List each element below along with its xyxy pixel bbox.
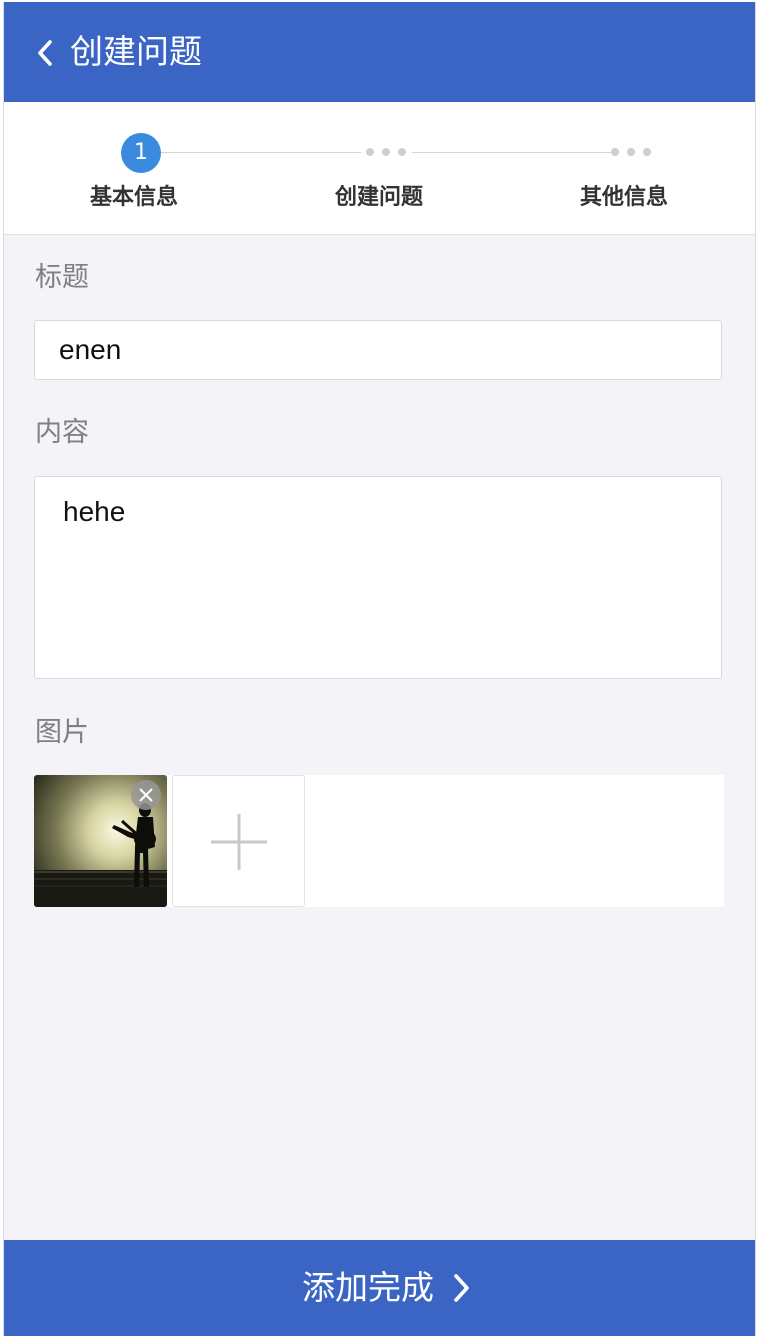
- chevron-left-icon: [38, 40, 52, 66]
- step-3-label: 其他信息: [579, 185, 668, 210]
- title-input[interactable]: [34, 320, 722, 380]
- step-2-label: 创建问题: [334, 185, 423, 210]
- step-connector: [412, 152, 612, 153]
- chevron-right-icon: [454, 1274, 469, 1302]
- step-indicator: 1 基本信息 创建问题 其他信息: [4, 102, 755, 235]
- close-icon: [139, 788, 153, 802]
- step-connector: [161, 152, 361, 153]
- content-textarea[interactable]: hehe: [34, 476, 722, 679]
- images-field-label: 图片: [35, 717, 89, 748]
- submit-button-label: 添加完成: [302, 1268, 434, 1307]
- uploaded-photo-thumbnail[interactable]: [34, 775, 167, 907]
- plus-icon: [211, 814, 267, 870]
- step-1-marker: 1: [121, 133, 161, 173]
- app-header: 创建问题: [4, 2, 755, 102]
- step-2-pending-dots-icon: [366, 148, 406, 156]
- back-button[interactable]: [32, 36, 62, 70]
- submit-button[interactable]: 添加完成: [4, 1240, 755, 1336]
- content-field-label: 内容: [35, 417, 89, 448]
- step-1-label: 基本信息: [89, 185, 178, 210]
- step-3-pending-dots-icon: [611, 148, 651, 156]
- image-upload-row: [34, 775, 724, 907]
- add-image-button[interactable]: [172, 775, 305, 907]
- title-field-label: 标题: [35, 262, 89, 293]
- page-title: 创建问题: [70, 32, 202, 71]
- remove-image-button[interactable]: [131, 780, 161, 810]
- app-screen: 创建问题 1 基本信息 创建问题 其他信息 标题 内容 hehe 图片: [3, 2, 756, 1336]
